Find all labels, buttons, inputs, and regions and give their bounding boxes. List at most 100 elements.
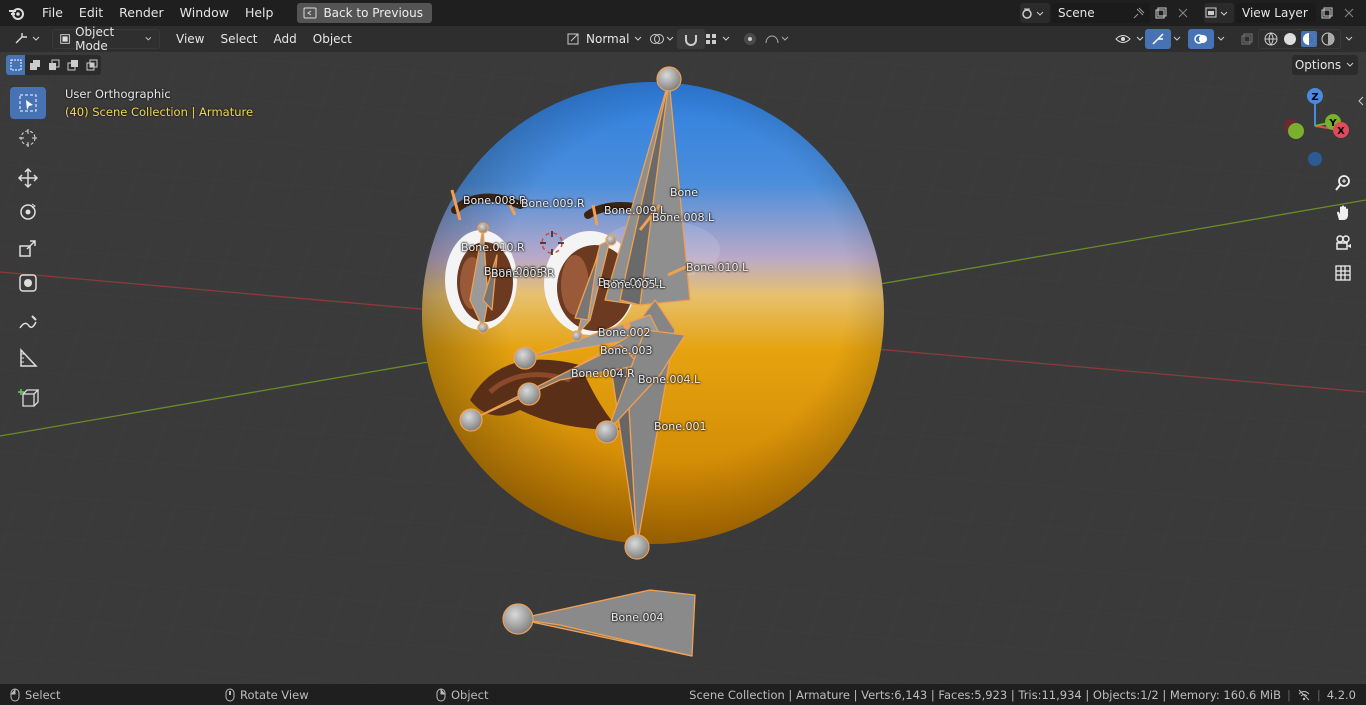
blender-version: 4.2.0 [1326,687,1356,702]
bone-joint[interactable] [513,346,537,370]
transform-icon [19,274,37,292]
status-object-hint: Object [436,688,488,702]
bone-label: Bone.005.L [603,278,666,291]
bone-label: Bone.003 [600,344,653,357]
gizmo-z-label: Z [1311,92,1318,103]
proportional-edit-toggle[interactable] [734,29,798,49]
status-rotate-label: Rotate View [240,687,309,702]
camera-view-button[interactable] [1330,230,1356,256]
camera-icon [1336,235,1351,250]
add-cube-icon [18,389,39,407]
bone-joint[interactable] [624,534,650,560]
delete-scene-icon[interactable] [1172,3,1194,23]
material-shading-icon[interactable] [1301,31,1317,47]
select-intersect-button[interactable] [82,55,101,75]
transform-tool[interactable] [10,267,46,299]
bone-joint[interactable] [595,420,619,444]
move-icon [17,167,39,189]
3d-viewport[interactable]: Bone Bone.008.R Bone.009.R Bone.009.L Bo… [0,52,1366,684]
status-select-hint: Select [10,688,60,702]
zoom-button[interactable] [1330,170,1356,196]
navigation-gizmo[interactable]: Y X Z [1275,84,1365,174]
bone-joint[interactable] [517,382,541,406]
back-to-previous-button[interactable]: Back to Previous [297,3,432,23]
menu-file[interactable]: File [34,0,71,26]
select-subtract-button[interactable] [44,55,63,75]
measure-tool[interactable] [10,342,46,374]
overlays-icon [1194,34,1207,44]
bone-joint[interactable] [502,603,534,635]
gizmo-dropdown[interactable] [1166,29,1188,49]
pencil-icon [19,315,37,329]
perspective-toggle-button[interactable] [1330,260,1356,286]
annotate-tool[interactable] [10,307,46,339]
rendered-shading-icon[interactable] [1320,31,1336,47]
viewport-header: Object Mode View Select Add Object Norma… [0,25,1366,53]
menu-help[interactable]: Help [237,0,282,26]
cursor-tool[interactable] [10,122,46,154]
bone-label: Bone.004.L [638,373,701,386]
status-select-label: Select [25,687,61,702]
shading-dropdown[interactable] [1338,29,1360,49]
bone-joint[interactable] [477,322,489,334]
gizmo-neg-z[interactable] [1308,152,1322,166]
scene-type-dropdown[interactable] [1020,3,1050,23]
object-mode-icon [60,34,70,44]
delete-view-layer-icon[interactable] [1338,3,1360,23]
scene-statistics: Scene Collection | Armature | Verts:6,14… [689,687,1281,702]
sidebar-toggle[interactable] [1356,94,1366,108]
menu-edit[interactable]: Edit [71,0,111,26]
new-scene-icon[interactable] [1150,3,1172,23]
transform-orientation-dropdown[interactable]: Normal [560,29,649,49]
menu-object[interactable]: Object [305,26,360,52]
rotate-tool[interactable] [10,196,46,228]
select-invert-button[interactable] [63,55,82,75]
menu-view[interactable]: View [168,26,212,52]
view-layer-type-dropdown[interactable] [1204,3,1234,23]
move-tool[interactable] [10,162,46,194]
chevron-down-icon [1173,36,1181,41]
new-view-layer-icon[interactable] [1316,3,1338,23]
wireframe-shading-icon[interactable] [1263,31,1279,47]
bone-joint[interactable] [477,222,489,234]
bone-joint[interactable] [605,234,617,246]
scene-icon [1022,8,1044,19]
rotate-icon [20,203,36,220]
view-layer-name-field[interactable]: View Layer [1236,3,1316,23]
scene-name-field[interactable]: Scene [1052,3,1150,23]
scale-tool[interactable] [10,232,46,264]
gizmo-neg-y[interactable] [1288,123,1304,139]
back-icon [303,7,317,19]
pin-icon[interactable] [1128,3,1150,23]
select-extend-button[interactable] [25,55,44,75]
menu-window[interactable]: Window [172,0,237,26]
bone-joint[interactable] [459,408,483,432]
bone-label: Bone.005.R [491,267,555,280]
xray-toggle[interactable] [1234,29,1260,49]
overlays-dropdown[interactable] [1210,29,1232,49]
blender-logo-icon[interactable] [0,0,34,26]
options-button[interactable]: Options [1292,55,1358,75]
select-mode-group [6,55,101,75]
menu-add[interactable]: Add [266,26,305,52]
chevron-down-icon [1346,62,1354,67]
pan-button[interactable] [1330,200,1356,226]
view-layer-name: View Layer [1242,6,1308,20]
add-cube-tool[interactable] [10,382,46,414]
bone-joint[interactable] [571,330,583,342]
select-intersect-icon [86,59,97,71]
axis-editor-icon [15,33,40,44]
zoom-icon [1335,175,1350,191]
select-box-tool[interactable] [10,87,46,119]
solid-shading-icon[interactable] [1282,31,1298,47]
object-mode-dropdown[interactable]: Object Mode [52,25,160,53]
select-new-button[interactable] [6,55,25,75]
bone-joint[interactable] [656,66,682,92]
menu-select[interactable]: Select [212,26,265,52]
editor-type-dropdown[interactable] [8,29,48,49]
pivot-point-dropdown[interactable] [642,29,682,49]
menu-render[interactable]: Render [111,0,172,26]
options-label: Options [1294,58,1342,72]
view-name: User Orthographic [65,87,171,101]
snap-target-dropdown[interactable] [697,29,739,49]
